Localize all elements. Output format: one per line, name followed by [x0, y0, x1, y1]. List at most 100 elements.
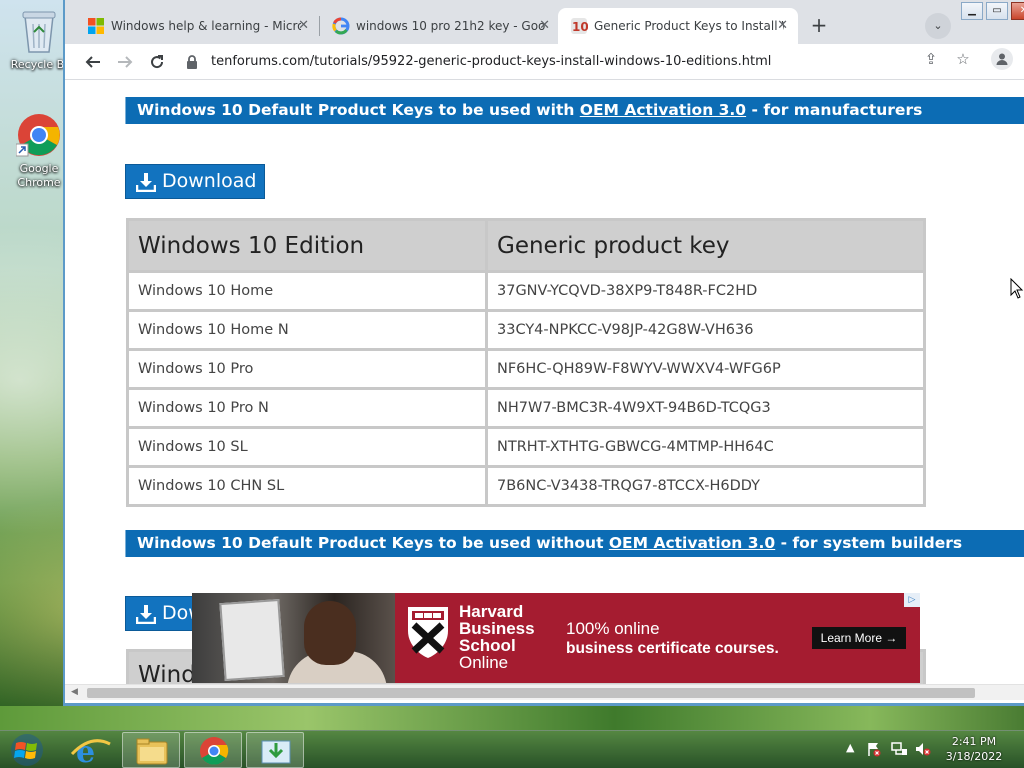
action-center-flag-icon[interactable] — [866, 741, 882, 768]
close-icon[interactable]: ✕ — [777, 8, 788, 44]
close-icon[interactable]: ✕ — [298, 8, 309, 44]
network-icon[interactable] — [890, 741, 908, 768]
desktop-edge-bottom — [0, 706, 1024, 730]
edition-cell: Windows 10 Home — [126, 270, 488, 312]
table-header-row: Windows 10 Edition Generic product key — [126, 218, 926, 273]
certificate-image — [219, 599, 285, 681]
section-header-prefix: Windows 10 Default Product Keys to be us… — [137, 101, 580, 119]
tab-title: Generic Product Keys to Install W — [594, 19, 784, 33]
browser-window: Windows help & learning - Micro ✕ window… — [63, 0, 1024, 706]
harvard-shield-icon — [408, 607, 448, 658]
section-header-system-builders: Windows 10 Default Product Keys to be us… — [125, 530, 1024, 557]
table-row: Windows 10 Pro N NH7W7-BMC3R-4W9XT-94B6D… — [126, 387, 926, 429]
ad-brand-line: School — [459, 636, 516, 655]
tenforums-logo-icon: 10 — [571, 18, 588, 34]
show-hidden-icons-button[interactable]: ▲ — [846, 741, 854, 768]
desktop-icon-label-line2: Chrome — [17, 176, 61, 189]
taskbar-internet-explorer[interactable]: e — [62, 732, 120, 768]
edition-cell: Windows 10 SL — [126, 426, 488, 468]
tab-strip: Windows help & learning - Micro ✕ window… — [65, 0, 1024, 44]
ad-subheadline: business certificate courses. — [566, 640, 779, 657]
windows-start-icon — [11, 734, 43, 766]
tab-title: windows 10 pro 21h2 key - Goog — [356, 19, 546, 33]
table-row: Windows 10 Pro NF6HC-QH89W-F8WYV-WWXV4-W… — [126, 348, 926, 390]
chrome-icon — [16, 114, 60, 157]
scroll-left-arrow-icon[interactable]: ◀ — [71, 687, 78, 697]
tab-google-search[interactable]: windows 10 pro 21h2 key - Goog ✕ — [320, 8, 560, 44]
download-button[interactable]: Download — [125, 164, 265, 199]
svg-text:10: 10 — [572, 20, 588, 34]
maximize-button[interactable]: ▭ — [986, 2, 1008, 20]
back-button[interactable] — [79, 48, 107, 76]
chrome-icon — [200, 737, 229, 765]
tab-windows-help[interactable]: Windows help & learning - Micro ✕ — [75, 8, 319, 44]
oem-activation-link[interactable]: OEM Activation 3.0 — [580, 101, 746, 119]
learn-more-button[interactable]: Learn More → — [812, 627, 906, 649]
ad-photo — [192, 593, 395, 683]
forward-button[interactable] — [111, 48, 139, 76]
scrollbar-thumb[interactable] — [87, 688, 975, 698]
back-arrow-icon — [85, 56, 100, 68]
table-row: Windows 10 CHN SL 7B6NC-V3438-TRQG7-8TCC… — [126, 465, 926, 507]
page-content: Windows 10 Default Product Keys to be us… — [65, 81, 1024, 684]
column-header-key: Generic product key — [485, 218, 926, 273]
internet-explorer-icon: e — [70, 735, 111, 768]
table-row: Windows 10 Home N 33CY4-NPKCC-V98JP-42G8… — [126, 309, 926, 351]
clock-time: 2:41 PM — [951, 735, 997, 748]
edition-cell: Windows 10 CHN SL — [126, 465, 488, 507]
taskbar-file-explorer[interactable] — [122, 732, 180, 768]
product-key-cell: NTRHT-XTHTG-GBWCG-4MTMP-HH64C — [485, 426, 926, 468]
taskbar-google-chrome[interactable] — [184, 732, 242, 768]
ad-brand-text: Harvard Business School Online — [459, 603, 535, 671]
oem-activation-link[interactable]: OEM Activation 3.0 — [609, 534, 775, 552]
address-bar[interactable]: tenforums.com/tutorials/95922-generic-pr… — [177, 48, 977, 76]
reload-button[interactable] — [143, 48, 171, 76]
section-header-suffix: - for system builders — [775, 534, 963, 552]
share-icon[interactable]: ⇪ — [920, 48, 942, 70]
system-clock[interactable]: 2:41 PM 3/18/2022 — [940, 734, 1008, 764]
google-logo-icon — [332, 17, 350, 35]
section-header-oem-activation: Windows 10 Default Product Keys to be us… — [125, 97, 1024, 124]
table-row: Windows 10 Home 37GNV-YCQVD-38XP9-T848R-… — [126, 270, 926, 312]
horizontal-scrollbar[interactable]: ◀ — [65, 684, 1024, 700]
edition-cell: Windows 10 Pro — [126, 348, 488, 390]
tab-title: Windows help & learning - Micro — [111, 19, 301, 33]
product-key-cell: 7B6NC-V3438-TRQG7-8TCCX-H6DDY — [485, 465, 926, 507]
product-key-cell: NH7W7-BMC3R-4W9XT-94B6D-TCQG3 — [485, 387, 926, 429]
desktop-icon-label: Recycle Bi — [10, 58, 68, 71]
tab-generic-product-keys[interactable]: 10 Generic Product Keys to Install W ✕ — [558, 8, 798, 44]
mouse-pointer-icon — [1010, 278, 1024, 299]
url-text: tenforums.com/tutorials/95922-generic-pr… — [211, 54, 772, 69]
reload-icon — [151, 55, 164, 69]
adchoices-icon[interactable]: ▷ — [904, 593, 920, 607]
clock-date: 3/18/2022 — [945, 750, 1003, 763]
ad-brand-line: Online — [459, 653, 509, 672]
minimize-button[interactable]: ▁ — [961, 2, 983, 20]
folder-icon — [136, 738, 168, 765]
advertisement-banner[interactable]: Harvard Business School Online 100% onli… — [192, 593, 920, 683]
ad-brand-line: Harvard — [459, 602, 524, 621]
window-close-button[interactable]: ✕ — [1011, 2, 1024, 20]
forward-arrow-icon — [118, 56, 133, 68]
download-label: Download — [162, 170, 257, 192]
ad-headline: 100% online — [566, 619, 660, 638]
profile-avatar-icon[interactable] — [991, 48, 1013, 70]
volume-muted-icon[interactable] — [914, 741, 932, 768]
lock-icon — [187, 55, 197, 69]
new-tab-button[interactable]: + — [805, 12, 833, 40]
taskbar: e ▲ 2:41 PM 3/18/2022 — [0, 730, 1024, 768]
section-header-prefix: Windows 10 Default Product Keys to be us… — [137, 534, 609, 552]
download-icon — [136, 173, 156, 192]
section-header-suffix: - for manufacturers — [746, 101, 923, 119]
product-key-cell: 37GNV-YCQVD-38XP9-T848R-FC2HD — [485, 270, 926, 312]
tab-search-button[interactable]: ⌄ — [925, 13, 951, 39]
product-key-cell: NF6HC-QH89W-F8WYV-WWXV4-WFG6P — [485, 348, 926, 390]
bookmark-star-icon[interactable]: ☆ — [952, 48, 974, 70]
taskbar-downloader-app[interactable] — [246, 732, 304, 768]
download-icon — [136, 605, 156, 624]
edition-cell: Windows 10 Pro N — [126, 387, 488, 429]
close-icon[interactable]: ✕ — [539, 8, 550, 44]
microsoft-logo-icon — [88, 18, 104, 34]
product-key-cell: 33CY4-NPKCC-V98JP-42G8W-VH636 — [485, 309, 926, 351]
start-button[interactable] — [0, 732, 54, 768]
